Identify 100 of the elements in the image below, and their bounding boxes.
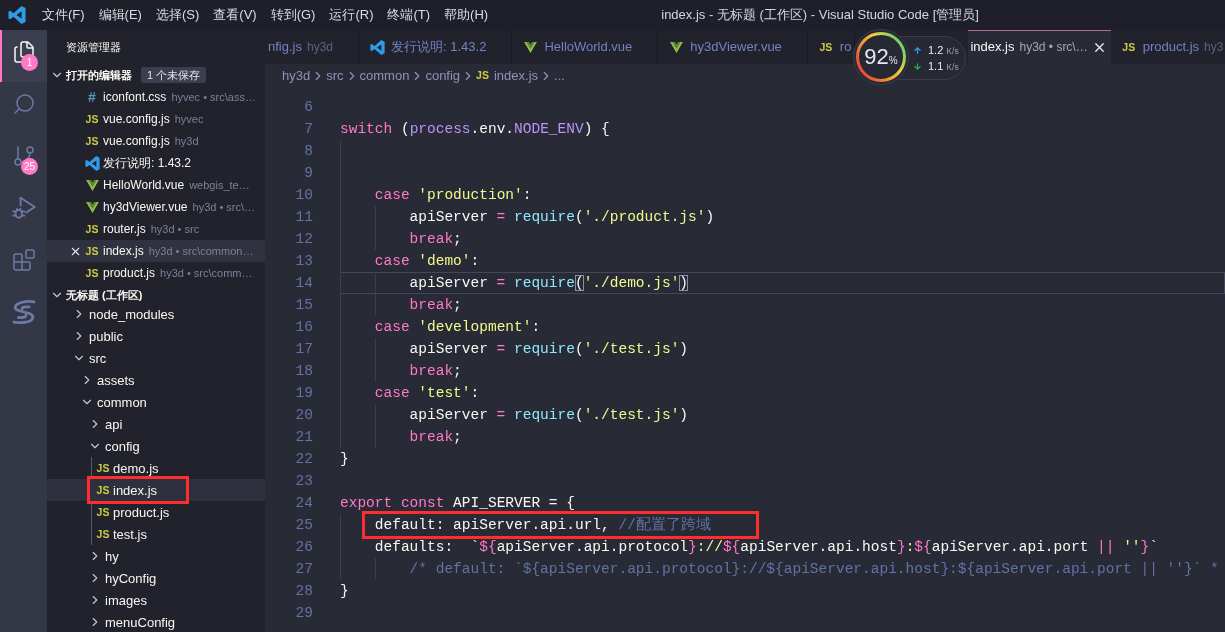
tree-item[interactable]: node_modules — [47, 306, 265, 325]
js-file-icon: JS — [96, 484, 110, 496]
tree-item[interactable]: JS test.js — [47, 523, 265, 545]
breadcrumb-item[interactable]: common — [359, 65, 410, 86]
line-number: 16 — [294, 318, 313, 337]
open-editor-item[interactable]: hy3dViewer.vue hy3d • src\… — [47, 196, 265, 218]
menu-item[interactable]: 选择(S) — [148, 5, 207, 25]
git-branch-icon — [11, 144, 36, 168]
tree-item[interactable]: api — [47, 413, 265, 435]
line-number: 11 — [294, 208, 313, 227]
open-editor-item[interactable]: # iconfont.css hyvec • src\ass… — [47, 86, 265, 108]
app-logo-icon — [8, 6, 26, 24]
line-number: 15 — [294, 296, 313, 315]
tree-item[interactable]: hyConfig — [47, 567, 265, 589]
line-number: 14 — [294, 274, 313, 293]
line-number: 18 — [294, 362, 313, 381]
blocks-icon — [11, 248, 36, 272]
open-editor-item[interactable]: 发行说明: 1.43.2 — [47, 152, 265, 174]
open-editor-item[interactable]: JS index.js hy3d • src\common… — [47, 240, 265, 262]
v-logo-icon — [85, 179, 99, 191]
open-editor-item[interactable]: JS vue.config.js hyvec — [47, 108, 265, 130]
js-file-icon: JS — [85, 245, 99, 257]
speed-reading: 1.1 K/s — [928, 60, 959, 72]
line-number: 8 — [303, 142, 313, 161]
breadcrumb-item[interactable]: src — [326, 65, 344, 86]
code-line: } — [340, 450, 349, 469]
tree-item[interactable]: JS product.js — [47, 501, 265, 523]
code-line: break; — [409, 362, 462, 381]
code-line: case 'test': — [374, 384, 480, 403]
line-number: 7 — [303, 120, 313, 139]
menu-item[interactable]: 运行(R) — [322, 5, 381, 25]
window-title: index.js - 无标题 (工作区) - Visual Studio Code [管理员] — [661, 6, 979, 25]
breadcrumb-item[interactable]: config — [425, 65, 461, 86]
breadcrumb-item[interactable]: JS index.js — [476, 65, 539, 86]
speed-reading: 1.2 K/s — [928, 44, 959, 56]
menu-item[interactable]: 转到(G) — [263, 5, 323, 25]
code-line: case 'demo': — [374, 252, 480, 271]
tab[interactable]: index.js hy3d • src\… — [968, 30, 1111, 64]
section-header[interactable]: 无标题 (工作区) — [47, 284, 265, 306]
app-logo-icon — [369, 39, 385, 55]
sidebar-title: 资源管理器 — [66, 39, 121, 55]
line-number: 29 — [294, 604, 313, 623]
line-number: 12 — [294, 230, 313, 249]
tree-item[interactable]: common — [47, 391, 265, 413]
code-line: switch (process.env.NODE_ENV) { — [340, 120, 610, 139]
code-line: break; — [409, 230, 462, 249]
tree-item[interactable]: menuConfig — [47, 611, 265, 632]
line-number: 9 — [303, 164, 313, 183]
js-file-icon: JS — [1122, 41, 1136, 53]
line-number: 26 — [294, 538, 313, 557]
v-logo-icon — [523, 41, 537, 53]
code-line: apiServer = require('./test.js') — [409, 406, 689, 425]
js-file-icon: JS — [96, 506, 110, 518]
tree-item[interactable]: JS demo.js — [47, 457, 265, 479]
open-editor-item[interactable]: JS product.js hy3d • src\comm… — [47, 262, 265, 284]
menu-item[interactable]: 查看(V) — [206, 5, 264, 25]
line-number: 22 — [294, 450, 313, 469]
breadcrumb-item[interactable]: ... — [554, 65, 565, 86]
line-number: 27 — [294, 560, 313, 579]
line-number: 6 — [303, 98, 313, 117]
v-logo-icon — [669, 41, 683, 53]
tree-item[interactable]: hy — [47, 545, 265, 567]
section-header[interactable]: 打开的编辑器 1 个未保存 — [47, 64, 265, 86]
tree-item[interactable]: public — [47, 325, 265, 347]
breadcrumb-item[interactable]: hy3d — [282, 65, 311, 86]
line-number: 23 — [294, 472, 313, 491]
notification-badge: 25 — [21, 158, 39, 175]
line-number: 25 — [294, 516, 313, 535]
js-file-icon: JS — [96, 528, 110, 540]
code-line: break; — [409, 296, 462, 315]
code-line: apiServer = require('./test.js') — [409, 340, 689, 359]
line-number: 17 — [294, 340, 313, 359]
code-line: defaults: `${apiServer.api.protocol}://${apiServer.api.host}:${apiServer.api.port || ''}` — [374, 538, 1158, 557]
code-line: apiServer = require('./demo.js') — [409, 274, 689, 293]
js-file-icon: JS — [819, 41, 833, 53]
usage-percent: 92% — [864, 46, 898, 68]
tree-item[interactable]: config — [47, 435, 265, 457]
code-line: } — [340, 582, 349, 601]
search-icon — [11, 92, 36, 116]
tree-item[interactable]: assets — [47, 369, 265, 391]
tree-item[interactable]: src — [47, 347, 265, 369]
js-file-icon: JS — [85, 267, 99, 279]
line-number: 28 — [294, 582, 313, 601]
tree-item[interactable]: images — [47, 589, 265, 611]
open-editor-item[interactable]: JS vue.config.js hy3d — [47, 130, 265, 152]
open-editor-item[interactable]: HelloWorld.vue webgis_te… — [47, 174, 265, 196]
unsaved-count-badge: 1 个未保存 — [141, 67, 207, 83]
code-line: case 'development': — [374, 318, 541, 337]
code-line: export const API_SERVER = { — [340, 494, 575, 513]
js-file-icon: JS — [85, 135, 99, 147]
js-file-icon: JS — [96, 462, 110, 474]
menu-item[interactable]: 终端(T) — [380, 5, 438, 25]
open-editor-item[interactable]: JS router.js hy3d • src — [47, 218, 265, 240]
menu-item[interactable]: 文件(F) — [35, 5, 92, 25]
menu-item[interactable]: 编辑(E) — [91, 5, 149, 25]
line-number: 19 — [294, 384, 313, 403]
menu-item[interactable]: 帮助(H) — [437, 5, 496, 25]
line-number: 20 — [294, 406, 313, 425]
tree-item[interactable]: JS index.js — [47, 479, 265, 501]
notification-badge: 1 — [21, 54, 38, 71]
